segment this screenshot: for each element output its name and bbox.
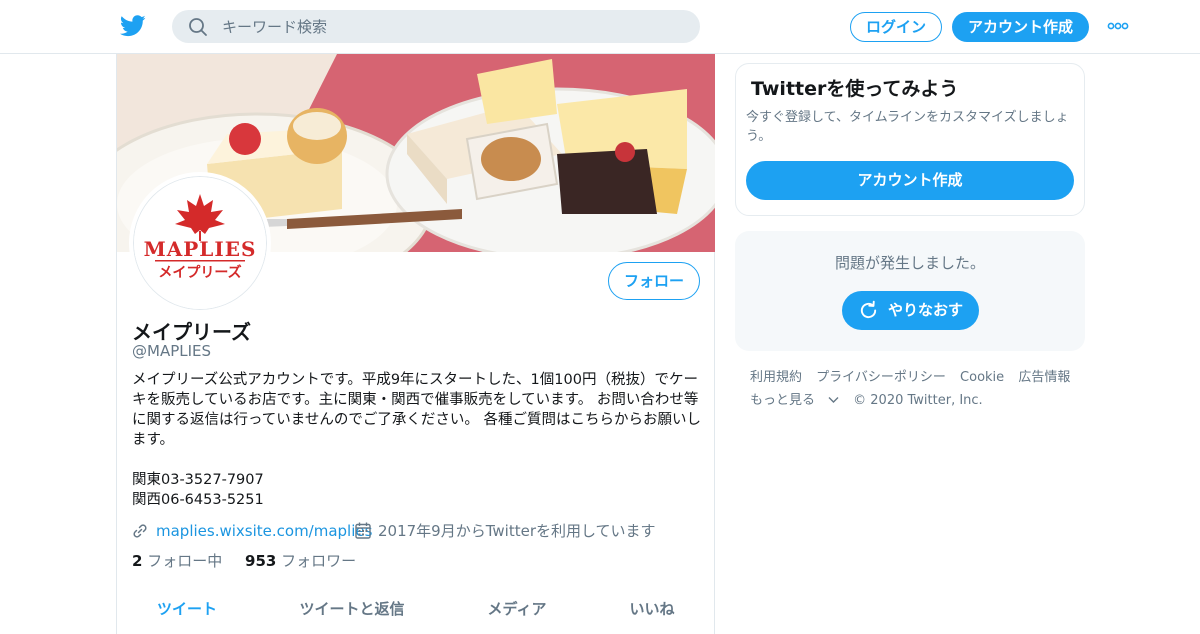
svg-text:MAPLIES: MAPLIES xyxy=(144,237,257,261)
profile-avatar[interactable]: MAPLIES メイプリーズ xyxy=(129,172,271,314)
profile-url[interactable]: maplies.wixsite.com/maplies xyxy=(156,520,372,542)
followers-label: フォロワー xyxy=(281,552,357,570)
search-icon xyxy=(189,18,207,36)
chevron-down-icon xyxy=(828,397,839,403)
tab-likes[interactable]: いいね xyxy=(597,594,707,634)
tab-media[interactable]: メディア xyxy=(457,594,577,634)
signup-card-title: Twitterを使ってみよう xyxy=(751,78,959,100)
profile-column: MAPLIES メイプリーズ フォロー メイプリーズ @MAPLIES メイプリ… xyxy=(116,54,715,634)
signup-button[interactable]: アカウント作成 xyxy=(952,12,1089,42)
profile-name: メイプリーズ xyxy=(132,320,251,344)
retry-button[interactable]: やりなおす xyxy=(842,291,979,330)
footer-link-privacy[interactable]: プライバシーポリシー xyxy=(816,370,946,385)
footer-links: 利用規約 プライバシーポリシー Cookie 広告情報 もっと見る © 2020… xyxy=(750,366,1090,412)
signup-promo-card: Twitterを使ってみよう 今すぐ登録して、タイムラインをカスタマイズしましょ… xyxy=(735,63,1085,216)
footer-copyright: © 2020 Twitter, Inc. xyxy=(853,393,983,408)
footer-link-terms[interactable]: 利用規約 xyxy=(750,370,802,385)
profile-bio: メイプリーズ公式アカウントです。平成9年にスタートした、1個100円（税抜）でケ… xyxy=(132,372,701,508)
followers-count: 953 xyxy=(245,552,277,570)
calendar-icon xyxy=(355,522,371,539)
following-label: フォロー中 xyxy=(147,552,223,570)
signup-card-button[interactable]: アカウント作成 xyxy=(746,161,1074,200)
followers-stat[interactable]: 953 フォロワー xyxy=(245,552,356,570)
profile-stats: 2 フォロー中 953 フォロワー xyxy=(132,550,356,572)
maplies-logo-image: MAPLIES メイプリーズ xyxy=(134,177,266,309)
search-bar xyxy=(172,10,700,43)
footer-link-cookie[interactable]: Cookie xyxy=(960,370,1004,385)
profile-tabs: ツイート ツイートと返信 メディア いいね xyxy=(117,594,715,634)
retry-label: やりなおす xyxy=(888,301,964,319)
tab-tweets-and-replies[interactable]: ツイートと返信 xyxy=(277,594,427,634)
top-navigation-bar: ログイン アカウント作成 xyxy=(0,0,1200,54)
search-input[interactable] xyxy=(222,10,682,43)
more-options-icon[interactable] xyxy=(1107,20,1129,32)
tab-tweets[interactable]: ツイート xyxy=(117,594,257,634)
svg-text:メイプリーズ: メイプリーズ xyxy=(158,264,241,281)
footer-more-button[interactable]: もっと見る xyxy=(750,393,839,408)
profile-handle[interactable]: @MAPLIES xyxy=(132,342,211,360)
link-icon xyxy=(133,524,147,538)
login-button[interactable]: ログイン xyxy=(850,12,942,42)
twitter-bird-icon[interactable] xyxy=(120,14,146,38)
follow-button[interactable]: フォロー xyxy=(608,262,700,300)
following-stat[interactable]: 2 フォロー中 xyxy=(132,552,222,570)
footer-link-ads-info[interactable]: 広告情報 xyxy=(1018,370,1070,385)
following-count: 2 xyxy=(132,552,143,570)
error-card: 問題が発生しました。 やりなおす xyxy=(735,231,1085,351)
refresh-icon xyxy=(860,300,877,319)
footer-more-label: もっと見る xyxy=(750,393,816,408)
profile-joined-date: 2017年9月からTwitterを利用しています xyxy=(378,522,656,540)
error-message: 問題が発生しました。 xyxy=(834,254,985,272)
profile-meta: maplies.wixsite.com/maplies 2017年9月からTwi… xyxy=(132,520,707,542)
signup-card-subtitle: 今すぐ登録して、タイムラインをカスタマイズしましょう。 xyxy=(746,110,1069,144)
